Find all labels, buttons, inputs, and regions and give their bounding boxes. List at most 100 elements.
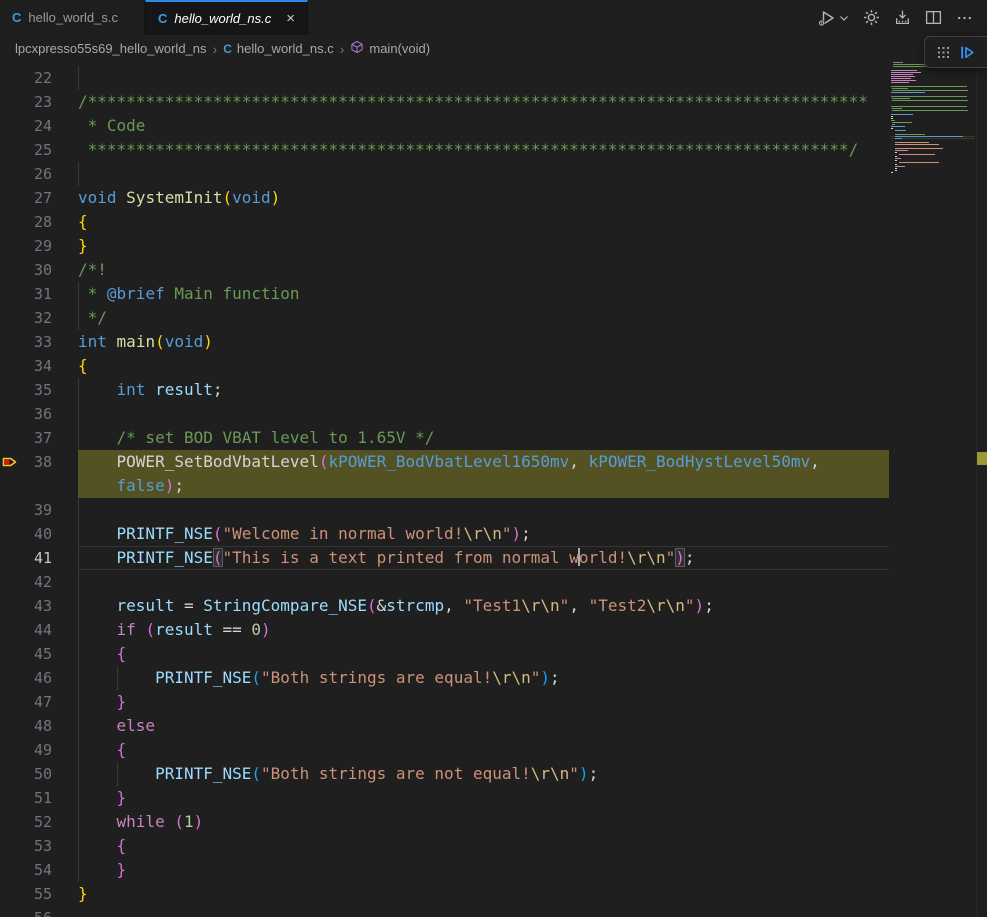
token: (: [213, 524, 223, 543]
line-number[interactable]: 40: [0, 522, 52, 546]
line-number[interactable]: 24: [0, 114, 52, 138]
token: [78, 860, 117, 879]
more-actions-button[interactable]: [956, 9, 973, 26]
line-number[interactable]: 27: [0, 186, 52, 210]
line-number[interactable]: 35: [0, 378, 52, 402]
line-number[interactable]: 53: [0, 834, 52, 858]
token: [78, 740, 117, 759]
code-line[interactable]: 42: [0, 570, 889, 594]
line-number[interactable]: 49: [0, 738, 52, 762]
flash-download-button[interactable]: [894, 9, 911, 26]
code-line[interactable]: 52 while (1): [0, 810, 889, 834]
line-number[interactable]: 48: [0, 714, 52, 738]
line-number[interactable]: 30: [0, 258, 52, 282]
code-line[interactable]: false);: [0, 474, 889, 498]
line-number[interactable]: 22: [0, 66, 52, 90]
code-line[interactable]: 50 PRINTF_NSE("Both strings are not equa…: [0, 762, 889, 786]
code-line[interactable]: 54 }: [0, 858, 889, 882]
code-line[interactable]: 24 * Code: [0, 114, 889, 138]
breadcrumb-item[interactable]: lpcxpresso55s69_hello_world_ns: [15, 41, 207, 56]
code-line[interactable]: 33int main(void): [0, 330, 889, 354]
debug-continue-icon[interactable]: [959, 44, 976, 61]
line-number[interactable]: 26: [0, 162, 52, 186]
close-icon[interactable]: ×: [286, 11, 295, 26]
line-number[interactable]: 33: [0, 330, 52, 354]
line-number[interactable]: 34: [0, 354, 52, 378]
code-line[interactable]: 56: [0, 906, 889, 917]
line-number[interactable]: 46: [0, 666, 52, 690]
code-line[interactable]: 32 */: [0, 306, 889, 330]
line-number[interactable]: 42: [0, 570, 52, 594]
code-line[interactable]: 38 POWER_SetBodVbatLevel(kPOWER_BodVbatL…: [0, 450, 889, 474]
code-line[interactable]: 45 {: [0, 642, 889, 666]
line-number[interactable]: 28: [0, 210, 52, 234]
code-line[interactable]: 31 * @brief Main function: [0, 282, 889, 306]
minimap-row: [891, 78, 975, 79]
code-line[interactable]: 48 else: [0, 714, 889, 738]
breadcrumb-item[interactable]: main(void): [350, 40, 430, 57]
code-line[interactable]: 27void SystemInit(void): [0, 186, 889, 210]
line-number[interactable]: 45: [0, 642, 52, 666]
line-number[interactable]: 25: [0, 138, 52, 162]
code-line[interactable]: 53 {: [0, 834, 889, 858]
line-number[interactable]: 51: [0, 786, 52, 810]
code-line[interactable]: 40 PRINTF_NSE("Welcome in normal world!\…: [0, 522, 889, 546]
line-number[interactable]: 32: [0, 306, 52, 330]
code-line[interactable]: 46 PRINTF_NSE("Both strings are equal!\r…: [0, 666, 889, 690]
line-number[interactable]: 44: [0, 618, 52, 642]
line-number[interactable]: 54: [0, 858, 52, 882]
code-line[interactable]: 26: [0, 162, 889, 186]
code-line[interactable]: 23/*************************************…: [0, 90, 889, 114]
token: [78, 764, 155, 783]
code-line[interactable]: 51 }: [0, 786, 889, 810]
tab-hello_world_ns.c[interactable]: Chello_world_ns.c×: [145, 0, 308, 35]
ellipsis-icon: [956, 9, 973, 26]
line-number[interactable]: 23: [0, 90, 52, 114]
line-number[interactable]: 29: [0, 234, 52, 258]
code-line[interactable]: 28{: [0, 210, 889, 234]
line-number[interactable]: 52: [0, 810, 52, 834]
line-number[interactable]: 38: [0, 450, 52, 474]
code-line[interactable]: 30/*!: [0, 258, 889, 282]
line-number[interactable]: 39: [0, 498, 52, 522]
line-number[interactable]: 47: [0, 690, 52, 714]
code-line[interactable]: 37 /* set BOD VBAT level to 1.65V */: [0, 426, 889, 450]
code-line[interactable]: 39: [0, 498, 889, 522]
line-number[interactable]: 56: [0, 906, 52, 917]
code-line[interactable]: 49 {: [0, 738, 889, 762]
code-line[interactable]: 34{: [0, 354, 889, 378]
overview-ruler[interactable]: [976, 62, 987, 917]
code-line[interactable]: 41 PRINTF_NSE("This is a text printed fr…: [0, 546, 889, 570]
line-number[interactable]: 37: [0, 426, 52, 450]
line-number[interactable]: 36: [0, 402, 52, 426]
code-line[interactable]: 35 int result;: [0, 378, 889, 402]
line-number[interactable]: 50: [0, 762, 52, 786]
line-number[interactable]: [0, 474, 52, 498]
settings-gear-button[interactable]: [863, 9, 880, 26]
minimap-row: [891, 130, 975, 131]
code-line[interactable]: 43 result = StringCompare_NSE(&strcmp, "…: [0, 594, 889, 618]
minimap-row: [891, 168, 975, 169]
line-number[interactable]: 43: [0, 594, 52, 618]
token: kPOWER_BodVbatLevel1650mv: [328, 452, 569, 471]
line-number[interactable]: 41: [0, 546, 52, 570]
code-line[interactable]: 29}: [0, 234, 889, 258]
gripper-icon[interactable]: [937, 46, 950, 59]
token: }: [117, 788, 127, 807]
tab-hello_world_s.c[interactable]: Chello_world_s.c: [0, 0, 145, 35]
code-line[interactable]: 25 *************************************…: [0, 138, 889, 162]
line-number[interactable]: 31: [0, 282, 52, 306]
code-line[interactable]: 22: [0, 66, 889, 90]
breadcrumb-item[interactable]: Chello_world_ns.c: [223, 41, 334, 56]
split-editor-button[interactable]: [925, 9, 942, 26]
line-number[interactable]: 55: [0, 882, 52, 906]
code-line[interactable]: 55}: [0, 882, 889, 906]
code-editor[interactable]: 21**/2223/******************************…: [0, 62, 987, 917]
code-line[interactable]: 47 }: [0, 690, 889, 714]
minimap[interactable]: [891, 62, 975, 917]
token: [78, 452, 117, 471]
run-or-debug-button[interactable]: [817, 9, 849, 27]
code-line[interactable]: 36: [0, 402, 889, 426]
token: while: [117, 812, 165, 831]
code-line[interactable]: 44 if (result == 0): [0, 618, 889, 642]
